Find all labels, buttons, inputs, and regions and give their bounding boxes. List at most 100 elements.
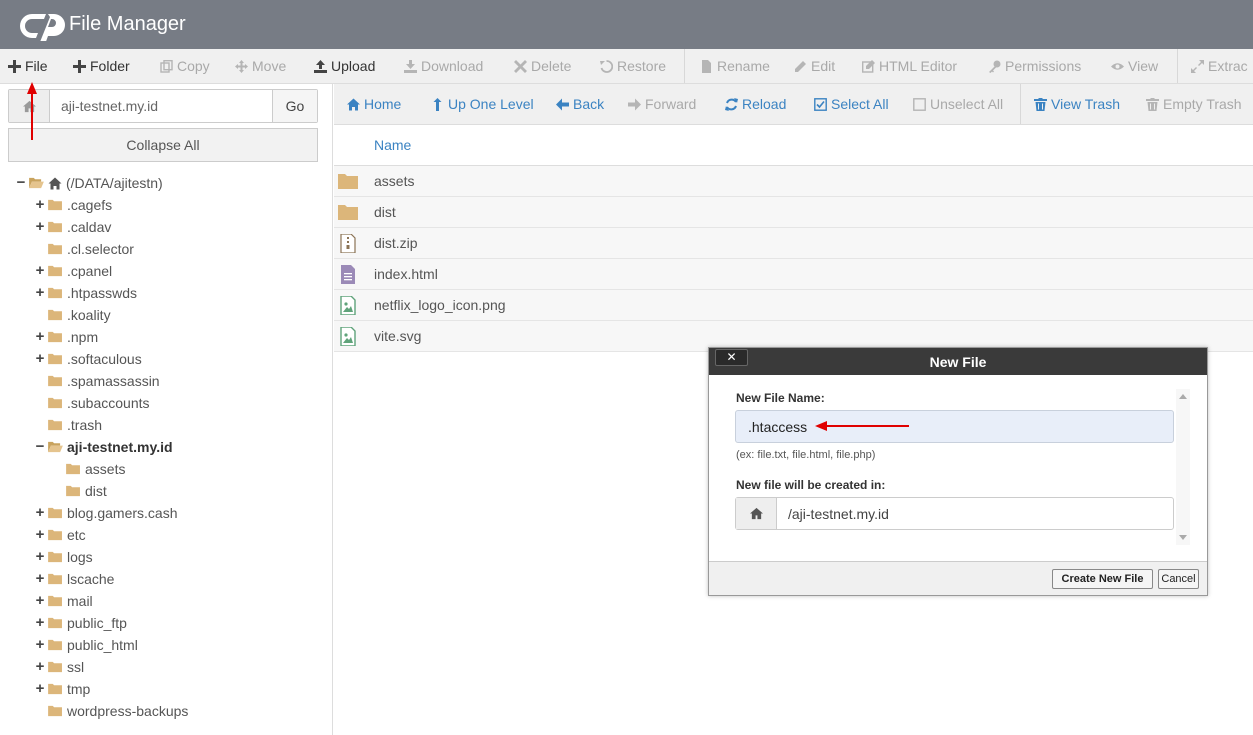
nav-empty-trash-button[interactable]: Empty Trash [1146, 84, 1242, 124]
app-header: File Manager [0, 0, 1253, 49]
path-input[interactable] [61, 90, 271, 122]
toolbar-download-button[interactable]: Download [404, 49, 483, 83]
tree-item[interactable]: + logs [35, 546, 93, 568]
toolbar-button-label: Rename [717, 58, 770, 74]
toolbar-permissions-button[interactable]: Permissions [988, 49, 1081, 83]
tree-item[interactable]: + .npm [35, 326, 99, 348]
expand-icon[interactable]: + [35, 524, 45, 546]
nav-select-all-button[interactable]: Select All [814, 84, 889, 124]
rename-icon [702, 59, 711, 73]
tree-item-label: .softaculous [67, 351, 142, 367]
toolbar-button-label: Copy [177, 58, 210, 74]
toolbar-copy-button[interactable]: Copy [160, 49, 210, 83]
tree-item[interactable]: + .caldav [35, 216, 112, 238]
tree-item[interactable]: + public_html [35, 634, 138, 656]
tree-item[interactable]: + .cpanel [35, 260, 113, 282]
expand-icon[interactable]: + [35, 568, 45, 590]
nav-unselect-all-button[interactable]: Unselect All [913, 84, 1004, 124]
toolbar-button-label: View [1128, 58, 1159, 74]
expand-icon[interactable]: + [35, 260, 45, 282]
expand-icon[interactable]: + [35, 326, 45, 348]
nav-button-label: Reload [742, 96, 787, 112]
toolbar-extrac-button[interactable]: Extrac [1191, 49, 1248, 83]
tree-item[interactable]: + .htpasswds [35, 282, 137, 304]
toolbar-view-button[interactable]: View [1111, 49, 1158, 83]
tree-item[interactable]: + ssl [35, 656, 85, 678]
tree-item[interactable]: wordpress-backups [35, 700, 188, 722]
collapse-all-button[interactable]: Collapse All [8, 128, 318, 162]
tree-item[interactable]: assets [53, 458, 125, 480]
nav-button-label: Empty Trash [1163, 96, 1242, 112]
tree-item[interactable]: + blog.gamers.cash [35, 502, 178, 524]
tree-item-label: ssl [67, 659, 85, 675]
tree-item[interactable]: dist [53, 480, 107, 502]
file-row[interactable]: assets [334, 166, 1253, 197]
toolbar-button-label: Permissions [1005, 58, 1082, 74]
expand-icon[interactable]: + [35, 502, 45, 524]
tree-item[interactable]: + .cagefs [35, 194, 113, 216]
expand-icon[interactable]: + [35, 216, 45, 238]
location-value[interactable]: /aji-testnet.my.id [788, 506, 889, 522]
scroll-up-icon[interactable] [1179, 394, 1187, 399]
toolbar-html-editor-button[interactable]: HTML Editor [862, 49, 957, 83]
tree-item[interactable]: .trash [35, 414, 102, 436]
tree-item[interactable]: − aji-testnet.my.id [35, 436, 173, 458]
tree-item[interactable]: .cl.selector [35, 238, 134, 260]
eye-icon [1111, 62, 1124, 70]
dialog-scrollbar[interactable] [1176, 389, 1190, 545]
expand-icon[interactable]: + [35, 348, 45, 370]
nav-view-trash-button[interactable]: View Trash [1034, 84, 1120, 124]
collapse-icon[interactable]: − [35, 436, 45, 458]
expand-icon[interactable]: + [35, 590, 45, 612]
expand-icon[interactable]: + [35, 194, 45, 216]
tree-item[interactable]: + .softaculous [35, 348, 142, 370]
folder-icon [48, 243, 62, 255]
expand-icon[interactable]: + [35, 612, 45, 634]
nav-back-button[interactable]: Back [556, 84, 604, 124]
expand-icon[interactable]: + [35, 656, 45, 678]
level-up-icon [433, 98, 442, 111]
file-row[interactable]: netflix_logo_icon.png [334, 290, 1253, 321]
collapse-icon[interactable]: − [16, 172, 26, 194]
toolbar-folder-button[interactable]: Folder [73, 49, 130, 83]
tree-item[interactable]: + mail [35, 590, 93, 612]
column-name-header[interactable]: Name [374, 137, 411, 153]
toolbar-file-button[interactable]: File [8, 49, 48, 83]
scroll-down-icon[interactable] [1179, 535, 1187, 540]
toolbar-restore-button[interactable]: Restore [600, 49, 666, 83]
new-file-name-input[interactable] [735, 410, 1174, 443]
toolbar-upload-button[interactable]: Upload [314, 49, 375, 83]
nav-up-one-level-button[interactable]: Up One Level [431, 84, 534, 124]
expand-icon[interactable]: + [35, 546, 45, 568]
dialog-body: New File Name: (ex: file.txt, file.html,… [709, 375, 1207, 561]
tree-item[interactable]: + lscache [35, 568, 115, 590]
nav-reload-button[interactable]: Reload [725, 84, 787, 124]
tree-item[interactable]: + tmp [35, 678, 91, 700]
nav-home-button[interactable]: Home [347, 84, 401, 124]
nav-button-label: Unselect All [930, 96, 1004, 112]
go-button[interactable]: Go [272, 90, 317, 122]
file-row[interactable]: dist.zip [334, 228, 1253, 259]
tree-item[interactable]: − (/DATA/ajitestn) [16, 172, 163, 194]
expand-icon[interactable]: + [35, 678, 45, 700]
toolbar-edit-button[interactable]: Edit [794, 49, 835, 83]
expand-icon[interactable]: + [35, 634, 45, 656]
folder-icon [48, 331, 62, 343]
file-row[interactable]: dist [334, 197, 1253, 228]
toolbar-move-button[interactable]: Move [235, 49, 286, 83]
folder-icon [48, 573, 62, 585]
expand-icon [1191, 59, 1204, 73]
expand-icon[interactable]: + [35, 282, 45, 304]
file-row[interactable]: index.html [334, 259, 1253, 290]
toolbar-delete-button[interactable]: Delete [514, 49, 571, 83]
tree-item[interactable]: + etc [35, 524, 86, 546]
tree-item[interactable]: .subaccounts [35, 392, 150, 414]
tree-item[interactable]: .spamassassin [35, 370, 160, 392]
toolbar-rename-button[interactable]: Rename [700, 49, 770, 83]
nav-forward-button[interactable]: Forward [628, 84, 696, 124]
tree-item[interactable]: .koality [35, 304, 111, 326]
tree-item[interactable]: + public_ftp [35, 612, 127, 634]
create-new-file-button[interactable]: Create New File [1052, 569, 1153, 589]
cancel-button[interactable]: Cancel [1158, 569, 1199, 589]
folder-icon [48, 375, 62, 387]
